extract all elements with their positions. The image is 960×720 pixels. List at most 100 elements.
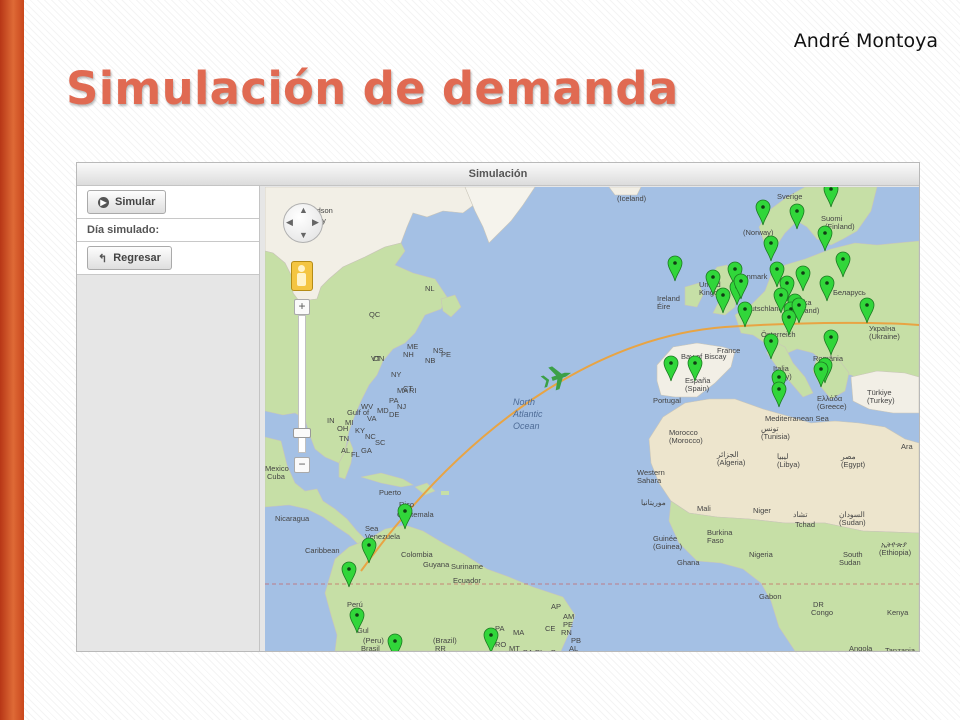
place-label: FL xyxy=(351,450,360,459)
slide-accent-bar xyxy=(0,0,24,720)
marker-dot xyxy=(721,293,725,297)
place-label: IN xyxy=(327,416,335,425)
pan-control[interactable]: ▲ ▼ ◀ ▶ xyxy=(283,203,323,243)
place-label: Sverige xyxy=(777,192,802,201)
place-label: NS xyxy=(433,346,443,355)
place-label: PE xyxy=(563,620,573,629)
place-label: RR xyxy=(435,644,446,651)
place-label: Niger xyxy=(753,506,771,515)
place-label: (Greece) xyxy=(817,402,847,411)
zoom-out-button[interactable]: − xyxy=(294,457,310,473)
place-label: NY xyxy=(391,370,401,379)
location-marker[interactable] xyxy=(387,633,403,651)
slide-title: Simulación de demanda xyxy=(66,62,679,115)
place-label: GA xyxy=(361,446,372,455)
marker-dot xyxy=(785,281,789,285)
simulate-button-label: Simular xyxy=(115,196,156,208)
simulation-app-window: Simulación ▶ Simular Día simulado: ↰ Reg… xyxy=(76,162,920,652)
place-label: Portugal xyxy=(653,396,681,405)
place-label: MA xyxy=(513,628,524,637)
place-label: Brasil xyxy=(361,644,380,651)
place-label: NB xyxy=(425,356,435,365)
marker-dot xyxy=(711,275,715,279)
play-icon: ▶ xyxy=(98,196,109,208)
marker-dot xyxy=(795,209,799,213)
place-label: (Norway) xyxy=(743,228,774,237)
place-label: Suriname xyxy=(451,562,483,571)
place-label: Perú xyxy=(347,600,363,609)
place-label: Mediterranean Sea xyxy=(765,414,830,423)
place-label: Bay xyxy=(551,648,564,651)
simulated-day-label: Día simulado: xyxy=(77,219,259,242)
marker-dot xyxy=(355,613,359,617)
place-label: Angola xyxy=(849,644,873,651)
marker-dot xyxy=(693,361,697,365)
marker-dot xyxy=(769,339,773,343)
place-label: (Turkey) xyxy=(867,396,895,405)
ocean-label: North xyxy=(513,397,535,407)
map-canvas[interactable]: (Iceland) SverigeSuomi(Finland)(Norway)Da… xyxy=(265,187,919,651)
back-button[interactable]: ↰ Regresar xyxy=(87,246,172,270)
place-label: Puerto xyxy=(379,488,401,497)
place-label: Colombia xyxy=(401,550,434,559)
app-header-title: Simulación xyxy=(77,163,919,186)
place-label: Caribbean xyxy=(305,546,340,555)
back-button-row: ↰ Regresar xyxy=(77,242,259,275)
place-label: Bay of Biscay xyxy=(681,352,727,361)
place-label: AP xyxy=(551,602,561,611)
marker-dot xyxy=(775,267,779,271)
map-view[interactable]: (Iceland) Sverige Suomi (Finland) (Norway) Da… xyxy=(265,187,919,651)
marker-dot xyxy=(769,241,773,245)
marker-dot xyxy=(673,261,677,265)
place-label: Gabon xyxy=(759,592,782,601)
place-label: Congo xyxy=(811,608,833,617)
marker-dot xyxy=(739,279,743,283)
place-label: Ecuador xyxy=(453,576,481,585)
marker-dot xyxy=(669,361,673,365)
zoom-in-button[interactable]: + xyxy=(294,299,310,315)
place-label: Sudan xyxy=(839,558,861,567)
place-label: Беларусь xyxy=(833,288,866,297)
place-label: Éire xyxy=(657,302,670,311)
marker-dot xyxy=(779,293,783,297)
marker-dot xyxy=(403,509,407,513)
pan-down-arrow-icon[interactable]: ▼ xyxy=(299,230,308,240)
place-label: SC xyxy=(375,438,386,447)
sidebar: ▶ Simular Día simulado: ↰ Regresar xyxy=(77,186,260,651)
place-label: CE xyxy=(545,624,555,633)
place-label: (Ukraine) xyxy=(869,332,900,341)
place-label: RI xyxy=(409,386,417,395)
pan-up-arrow-icon[interactable]: ▲ xyxy=(299,205,308,215)
place-label: TN xyxy=(339,434,349,443)
place-label: (Ethiopia) xyxy=(879,548,912,557)
marker-dot xyxy=(733,267,737,271)
place-label: (Morocco) xyxy=(669,436,703,445)
author-name: André Montoya xyxy=(793,30,938,52)
pegman-icon[interactable] xyxy=(291,261,313,291)
marker-dot xyxy=(829,187,833,191)
place-label: Ghana xyxy=(677,558,700,567)
simulate-button[interactable]: ▶ Simular xyxy=(87,190,167,214)
place-label: (Egypt) xyxy=(841,460,866,469)
pan-right-arrow-icon[interactable]: ▶ xyxy=(312,217,319,228)
marker-dot xyxy=(367,543,371,547)
marker-dot xyxy=(393,639,397,643)
marker-dot xyxy=(825,281,829,285)
simulate-button-row: ▶ Simular xyxy=(77,186,259,219)
place-label: Cuba xyxy=(267,472,286,481)
place-label: (Tunisia) xyxy=(761,432,790,441)
place-label: Guyana xyxy=(423,560,450,569)
place-label: Nicaragua xyxy=(275,514,310,523)
zoom-slider-handle[interactable] xyxy=(293,428,311,438)
place-label: DE xyxy=(389,410,399,419)
place-label: (Spain) xyxy=(685,384,710,393)
marker-dot xyxy=(829,335,833,339)
pan-left-arrow-icon[interactable]: ◀ xyxy=(286,217,293,228)
place-label: NL xyxy=(425,284,435,293)
place-label: VT xyxy=(371,354,381,363)
marker-dot xyxy=(865,303,869,307)
marker-dot xyxy=(841,257,845,261)
marker-dot xyxy=(801,271,805,275)
place-label: تشاد xyxy=(793,510,807,519)
place-label: BA xyxy=(523,648,533,651)
